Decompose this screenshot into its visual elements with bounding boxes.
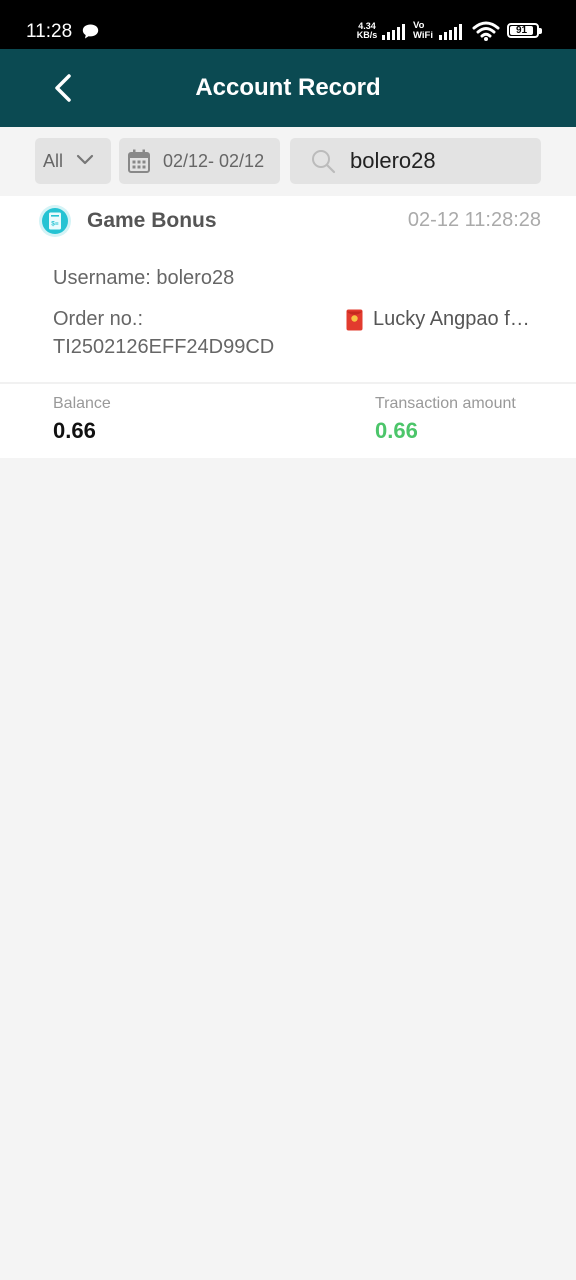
date-range-picker[interactable]: 02/12- 02/12	[119, 138, 280, 184]
status-bar: 11:28 4.34 KB/s Vo WiFi 91	[0, 0, 576, 49]
order-number-value: TI2502126EFF24D99CD	[53, 336, 275, 358]
record-remark-text: Lucky Angpao f…	[373, 308, 530, 330]
search-icon	[312, 150, 336, 174]
type-filter-dropdown[interactable]: All	[35, 138, 111, 184]
card-divider	[0, 382, 576, 384]
record-card[interactable]: $≡ Game Bonus 02-12 11:28:28 Username: b…	[0, 196, 576, 458]
transaction-amount-label: Transaction amount	[375, 395, 516, 412]
search-input[interactable]	[350, 138, 530, 184]
app-header: Account Record	[0, 49, 576, 127]
date-range-label: 02/12- 02/12	[163, 151, 265, 171]
battery-icon: 91	[507, 23, 539, 38]
chat-icon	[82, 24, 99, 39]
svg-text:$≡: $≡	[51, 221, 59, 228]
chevron-down-icon	[76, 154, 94, 165]
vowifi-indicator: Vo WiFi	[413, 21, 437, 41]
record-username: Username: bolero28	[53, 267, 235, 289]
vowifi-bottom: WiFi	[413, 30, 433, 41]
signal-icon	[382, 24, 405, 40]
network-speed: 4.34 KB/s	[354, 22, 380, 40]
red-envelope-icon	[346, 309, 363, 331]
battery-tip	[539, 28, 542, 34]
order-number-label: Order no.:	[53, 308, 144, 330]
signal-icon	[439, 24, 462, 40]
chevron-left-icon	[55, 74, 71, 102]
record-type: Game Bonus	[87, 209, 217, 232]
record-time: 02-12 11:28:28	[407, 209, 541, 231]
network-speed-unit: KB/s	[356, 30, 378, 40]
calendar-icon	[128, 149, 150, 173]
type-filter-label: All	[43, 151, 64, 171]
bonus-receipt-icon: $≡	[39, 205, 71, 237]
balance-value: 0.66	[53, 418, 96, 443]
status-time: 11:28	[26, 21, 73, 42]
record-remark: Lucky Angpao f…	[346, 308, 541, 332]
balance-label: Balance	[53, 395, 111, 412]
filter-bar: All 02/12- 02/12	[0, 127, 576, 195]
back-button[interactable]	[46, 67, 80, 109]
wifi-icon	[472, 21, 500, 41]
search-box[interactable]	[290, 138, 541, 184]
page-title: Account Record	[195, 74, 381, 101]
transaction-amount-value: 0.66	[375, 418, 418, 443]
battery-level: 91	[510, 26, 533, 36]
